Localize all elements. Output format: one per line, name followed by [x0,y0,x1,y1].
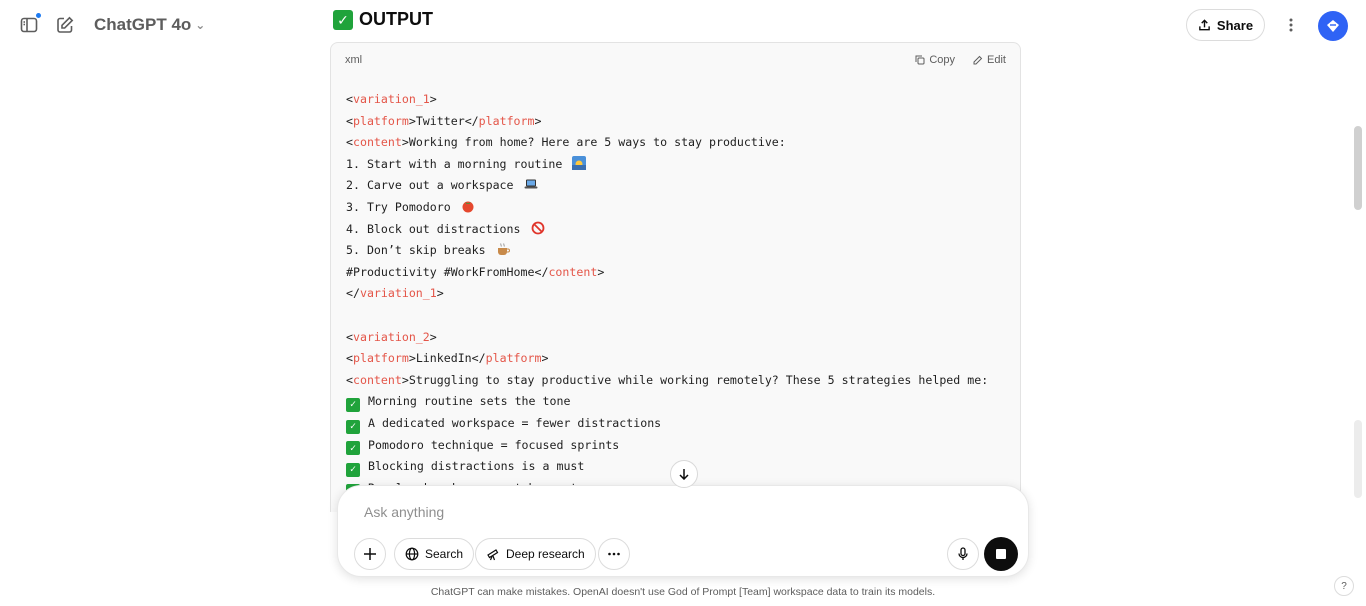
copy-button[interactable]: Copy [915,54,955,66]
code-line: <variation_1> [346,92,437,106]
code-line: <content>Struggling to stay productive w… [346,372,989,387]
code-block-header: xml Copy Edit [331,43,1020,77]
new-chat-button[interactable] [49,9,81,41]
model-selector[interactable]: ChatGPT 4o ⌄ [86,9,213,41]
code-language: xml [345,54,363,66]
avatar[interactable] [1318,11,1348,41]
chevron-down-icon: ⌄ [195,18,206,32]
code-line: ✓ Pomodoro technique = focused sprints [346,435,1005,457]
help-button[interactable]: ? [1334,576,1354,596]
code-actions: Copy Edit [915,54,1006,66]
stop-icon [996,549,1006,559]
more-vertical-icon [1289,18,1293,32]
prohibited-emoji-icon [531,221,544,234]
code-line: 5. Don’t skip breaks [346,240,1005,262]
telescope-icon [487,549,499,561]
edit-icon [973,55,983,65]
code-body: <variation_1> <platform>Twitter</platform… [331,77,1020,499]
code-line: ✓ Morning routine sets the tone [346,391,1005,413]
copy-label: Copy [929,54,956,66]
code-line: #Productivity #WorkFromHome</content> [346,264,605,279]
composer: Ask anything Search Deep research [337,485,1029,577]
deep-research-label: Deep research [506,547,585,561]
search-label: Search [425,547,464,561]
share-label: Share [1216,17,1254,33]
prompt-input[interactable]: Ask anything [364,504,444,520]
model-name: ChatGPT 4o [94,15,192,34]
more-options-button[interactable] [1275,9,1307,41]
plus-icon [364,548,376,560]
scrollbar-track [1354,420,1362,498]
code-line: <platform>LinkedIn</platform> [346,351,549,366]
check-mark-icon: ✓ [346,441,360,456]
code-line: 1. Start with a morning routine [346,154,1005,176]
search-button[interactable]: Search [394,538,475,570]
code-line: 3. Try Pomodoro [346,197,1005,219]
code-line: <variation_2> [346,329,437,344]
code-line: ✓ A dedicated workspace = fewer distracti… [346,413,1005,435]
share-button[interactable]: Share [1186,9,1265,41]
sunrise-emoji-icon [572,155,587,170]
output-heading: ✓ OUTPUT [333,9,433,30]
add-attachment-button[interactable] [354,538,386,570]
deep-research-button[interactable]: Deep research [475,538,596,570]
code-block: xml Copy Edit <variation_1> <platform>Twi… [330,42,1021,512]
dictate-button[interactable] [947,538,979,570]
check-mark-icon: ✓ [333,9,353,30]
edit-label: Edit [987,54,1006,66]
code-line: </variation_1> [346,286,444,301]
code-line: <platform>Twitter</platform> [346,113,542,128]
compose-icon [57,16,74,33]
check-mark-icon: ✓ [346,398,360,413]
more-tools-button[interactable] [598,538,630,570]
workspace-avatar-icon [1327,20,1339,32]
check-mark-icon: ✓ [346,419,360,434]
scroll-to-bottom-button[interactable] [670,460,698,488]
hot-beverage-emoji-icon [497,243,510,256]
notification-dot [35,12,42,19]
edit-button[interactable]: Edit [973,54,1006,66]
globe-icon [405,547,419,561]
check-mark-icon: ✓ [346,462,360,477]
scrollbar-thumb[interactable] [1354,126,1362,210]
sidebar-toggle-button[interactable] [13,9,45,41]
code-line: 4. Block out distractions [346,219,1005,241]
code-line: <content>Working from home? Here are 5 w… [346,135,786,150]
arrow-down-icon [679,469,689,480]
laptop-emoji-icon [524,179,538,189]
share-icon [1199,18,1210,30]
more-horizontal-icon [608,552,620,556]
copy-icon [915,55,925,65]
output-heading-text: OUTPUT [359,9,433,29]
code-line: 2. Carve out a workspace [346,175,1005,197]
disclaimer: ChatGPT can make mistakes. OpenAI doesn'… [430,586,936,598]
stop-generating-button[interactable] [984,537,1018,571]
tomato-emoji-icon [462,201,474,213]
microphone-icon [958,547,968,560]
